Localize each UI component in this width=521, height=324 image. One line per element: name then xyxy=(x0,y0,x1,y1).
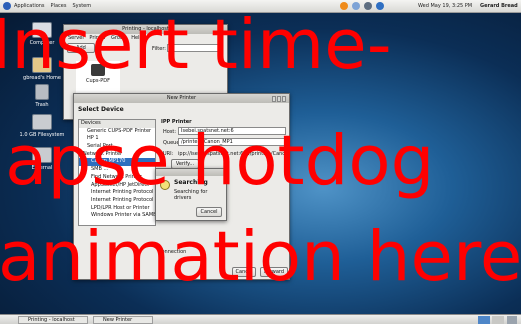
trash-icon xyxy=(35,84,49,100)
workspace-switcher-1[interactable] xyxy=(478,316,490,324)
desktop-icon-label: Trash xyxy=(35,102,49,108)
user-name[interactable]: Gerard Bread xyxy=(480,3,518,9)
minimize-icon[interactable] xyxy=(272,96,276,102)
close-icon[interactable] xyxy=(282,96,286,102)
trash-applet-icon[interactable] xyxy=(507,316,517,324)
new-printer-title: New Printer xyxy=(74,94,289,103)
overlay-text-line-1: Insert time- xyxy=(0,5,392,85)
bottom-panel: Printing - localhost New Printer xyxy=(0,314,521,324)
window-controls xyxy=(272,96,286,102)
searching-cancel-button[interactable]: Cancel xyxy=(196,207,222,217)
clock[interactable]: Wed May 19, 3:25 PM xyxy=(418,3,472,9)
list-item[interactable]: LPD/LPR Host or Printer xyxy=(79,205,155,213)
taskbar-item-new-printer[interactable]: New Printer xyxy=(93,316,153,324)
overlay-text-line-3: animation here xyxy=(0,217,521,297)
select-device-heading: Select Device xyxy=(78,106,124,113)
taskbar-item-printing[interactable]: Printing - localhost xyxy=(18,316,88,324)
desktop-icon-trash[interactable]: Trash xyxy=(16,84,68,108)
workspace-switcher-2[interactable] xyxy=(492,316,504,324)
maximize-icon[interactable] xyxy=(277,96,281,102)
overlay-text-line-2: lapse hotdog xyxy=(0,121,435,201)
